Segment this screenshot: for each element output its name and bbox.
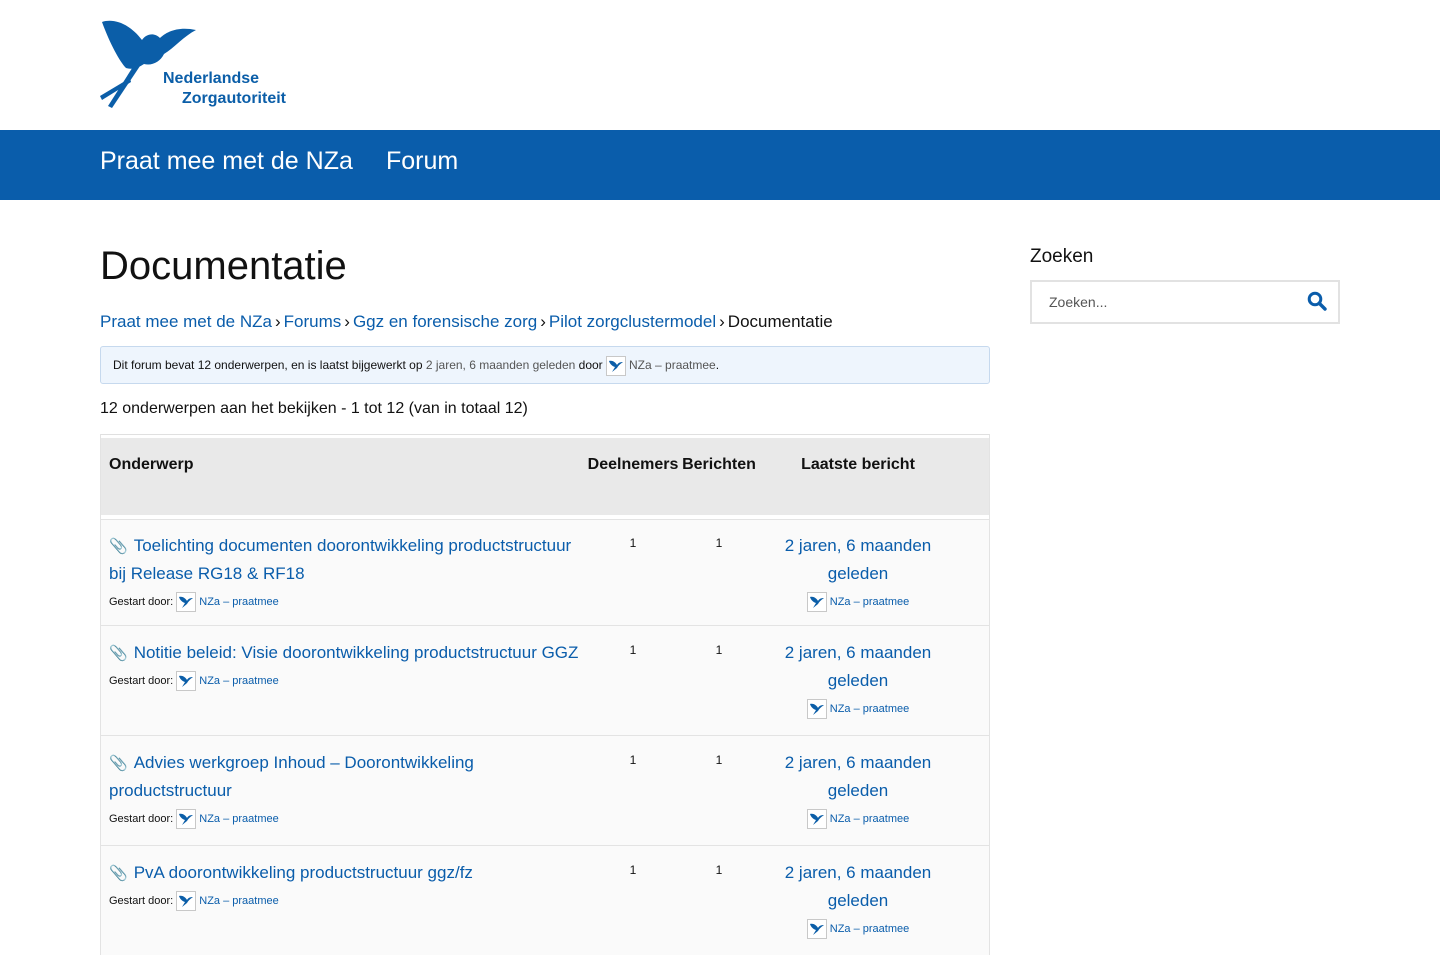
started-label: Gestart door:: [109, 674, 174, 687]
breadcrumb-current: Documentatie: [727, 312, 833, 331]
last-author: NZa – praatmee: [773, 809, 943, 829]
freshness-cell: 2 jaren, 6 maanden geleden NZa – praatme…: [773, 639, 943, 719]
header-voices: Deelnemers: [587, 456, 679, 473]
voices-count: 1: [629, 643, 637, 657]
topics-table: Onderwerp Deelnemers Berichten Laatste b…: [100, 434, 990, 955]
freshness-link[interactable]: 2 jaren, 6 maanden geleden: [785, 536, 932, 583]
last-author-link[interactable]: NZa – praatmee: [830, 703, 909, 715]
topic-started-by: Gestart door: NZa – praatmee: [109, 592, 579, 612]
avatar-icon[interactable]: [806, 919, 827, 939]
last-author-link[interactable]: NZa – praatmee: [830, 596, 909, 608]
avatar-icon[interactable]: [806, 699, 827, 719]
posts-count: 1: [715, 536, 723, 550]
notice-freshness-link[interactable]: 2 jaren, 6 maanden geleden: [426, 358, 575, 372]
notice-suffix: .: [715, 358, 720, 372]
voices-count: 1: [629, 536, 637, 550]
table-row: 📎 Notitie beleid: Visie doorontwikkeling …: [101, 625, 989, 735]
avatar-icon[interactable]: [176, 891, 197, 911]
header-freshness: Laatste bericht: [801, 456, 915, 473]
table-row: 📎 Toelichting documenten doorontwikkeling…: [101, 515, 989, 625]
last-author-link[interactable]: NZa – praatmee: [830, 923, 909, 935]
nza-logo[interactable]: Nederlandse Zorgautoriteit: [100, 18, 290, 112]
topic-cell: 📎 PvA doorontwikkeling productstructuur g…: [109, 859, 579, 911]
sidebar: Zoeken: [1030, 244, 1340, 324]
topic-count-text: 12 onderwerpen aan het bekijken - 1 tot …: [100, 400, 528, 417]
paperclip-icon: 📎: [109, 538, 128, 555]
topic-cell: 📎 Advies werkgroep Inhoud – Doorontwikkel…: [109, 749, 579, 829]
last-author: NZa – praatmee: [773, 919, 943, 939]
search-input[interactable]: [1032, 282, 1292, 322]
breadcrumb-ggz[interactable]: Ggz en forensische zorg: [353, 312, 537, 331]
topic-started-by: Gestart door: NZa – praatmee: [109, 891, 579, 911]
topic-started-by: Gestart door: NZa – praatmee: [109, 671, 579, 691]
freshness-link[interactable]: 2 jaren, 6 maanden geleden: [785, 753, 932, 800]
notice-prefix: Dit forum bevat 12 onderwerpen, en is la…: [113, 358, 423, 372]
breadcrumb-home[interactable]: Praat mee met de NZa: [100, 312, 272, 331]
breadcrumb-separator: ›: [274, 312, 281, 331]
breadcrumb-separator: ›: [540, 312, 546, 331]
last-author-link[interactable]: NZa – praatmee: [830, 813, 909, 825]
avatar-icon[interactable]: [176, 809, 197, 829]
voices-count: 1: [629, 863, 637, 877]
search-icon: [1307, 291, 1327, 311]
avatar-icon[interactable]: [176, 592, 197, 612]
sidebar-search-title: Zoeken: [1030, 246, 1094, 267]
started-label: Gestart door:: [109, 595, 174, 608]
breadcrumb-separator: ›: [344, 312, 350, 331]
topic-title-link[interactable]: Advies werkgroep Inhoud – Doorontwikkeli…: [109, 753, 474, 800]
voices-count: 1: [629, 753, 637, 767]
freshness-cell: 2 jaren, 6 maanden geleden NZa – praatme…: [773, 749, 943, 829]
last-author: NZa – praatmee: [773, 699, 943, 719]
freshness-link[interactable]: 2 jaren, 6 maanden geleden: [785, 643, 932, 690]
header-topic: Onderwerp: [109, 456, 194, 473]
site-header: Nederlandse Zorgautoriteit: [0, 0, 1440, 130]
notice-by: door: [578, 358, 603, 372]
topic-author-link[interactable]: NZa – praatmee: [199, 813, 278, 825]
last-author: NZa – praatmee: [773, 592, 943, 612]
search-form: [1030, 280, 1340, 324]
posts-count: 1: [715, 643, 723, 657]
topic-cell: 📎 Toelichting documenten doorontwikkeling…: [109, 532, 579, 612]
topic-title-link[interactable]: PvA doorontwikkeling productstructuur gg…: [134, 863, 473, 882]
avatar-icon[interactable]: [806, 592, 827, 612]
main-content: Documentatie Praat mee met de NZa › Forums…: [100, 240, 990, 955]
page-title: Documentatie: [100, 244, 347, 288]
freshness-cell: 2 jaren, 6 maanden geleden NZa – praatme…: [773, 859, 943, 939]
nav-forum-link[interactable]: Forum: [386, 145, 458, 177]
breadcrumb-forums[interactable]: Forums: [284, 312, 342, 331]
topic-author-link[interactable]: NZa – praatmee: [199, 895, 278, 907]
avatar-icon[interactable]: [176, 671, 197, 691]
topic-author-link[interactable]: NZa – praatmee: [199, 675, 278, 687]
topic-title-link[interactable]: Toelichting documenten doorontwikkeling …: [109, 536, 571, 583]
paperclip-icon: 📎: [109, 755, 128, 772]
logo-text-line2: Zorgautoriteit: [182, 90, 286, 107]
freshness-link[interactable]: 2 jaren, 6 maanden geleden: [785, 863, 932, 910]
forum-info-notice: Dit forum bevat 12 onderwerpen, en is la…: [100, 346, 990, 384]
paperclip-icon: 📎: [109, 865, 128, 882]
topic-cell: 📎 Notitie beleid: Visie doorontwikkeling …: [109, 639, 579, 691]
topic-author-link[interactable]: NZa – praatmee: [199, 596, 278, 608]
breadcrumb-pilot[interactable]: Pilot zorgclustermodel: [549, 312, 716, 331]
freshness-cell: 2 jaren, 6 maanden geleden NZa – praatme…: [773, 532, 943, 612]
table-row: 📎 PvA doorontwikkeling productstructuur g…: [101, 845, 989, 955]
nav-home-link[interactable]: Praat mee met de NZa: [100, 145, 353, 177]
notice-author-link[interactable]: NZa – praatmee: [629, 358, 716, 372]
avatar-icon[interactable]: [806, 809, 827, 829]
main-navigation: Praat mee met de NZa Forum: [0, 130, 1440, 200]
breadcrumb-separator: ›: [719, 312, 725, 331]
topic-started-by: Gestart door: NZa – praatmee: [109, 809, 579, 829]
posts-count: 1: [715, 863, 723, 877]
table-header: Onderwerp Deelnemers Berichten Laatste b…: [101, 435, 989, 515]
avatar-icon[interactable]: [606, 355, 627, 376]
logo-text-line1: Nederlandse: [163, 70, 260, 87]
search-button[interactable]: [1306, 291, 1328, 313]
breadcrumb: Praat mee met de NZa › Forums › Ggz en foren…: [100, 310, 990, 334]
header-posts: Berichten: [682, 456, 756, 473]
paperclip-icon: 📎: [109, 645, 128, 662]
topic-title-link[interactable]: Notitie beleid: Visie doorontwikkeling p…: [134, 643, 579, 662]
table-row: 📎 Advies werkgroep Inhoud – Doorontwikkel…: [101, 735, 989, 845]
started-label: Gestart door:: [109, 812, 174, 825]
started-label: Gestart door:: [109, 894, 174, 907]
posts-count: 1: [715, 753, 723, 767]
